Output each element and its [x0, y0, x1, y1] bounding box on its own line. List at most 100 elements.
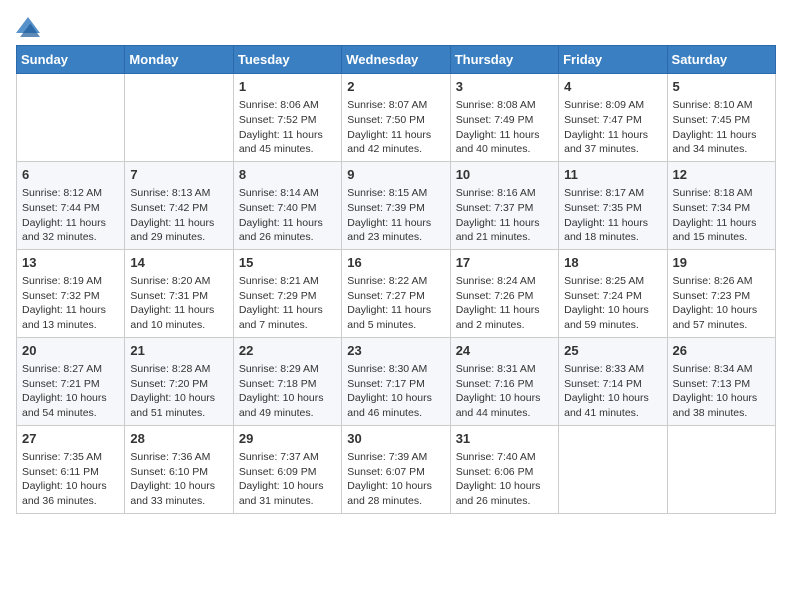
- day-number: 21: [130, 342, 227, 360]
- day-info: Sunrise: 8:10 AM Sunset: 7:45 PM Dayligh…: [673, 98, 770, 157]
- calendar-cell: 6Sunrise: 8:12 AM Sunset: 7:44 PM Daylig…: [17, 161, 125, 249]
- day-info: Sunrise: 8:12 AM Sunset: 7:44 PM Dayligh…: [22, 186, 119, 245]
- day-number: 1: [239, 78, 336, 96]
- day-info: Sunrise: 7:35 AM Sunset: 6:11 PM Dayligh…: [22, 450, 119, 509]
- day-number: 20: [22, 342, 119, 360]
- day-info: Sunrise: 7:36 AM Sunset: 6:10 PM Dayligh…: [130, 450, 227, 509]
- day-number: 13: [22, 254, 119, 272]
- day-number: 18: [564, 254, 661, 272]
- calendar-cell: 13 Sunrise: 8:19 AM Sunset: 7:32 PM Dayli…: [17, 249, 125, 337]
- day-info: Sunrise: 8:26 AM Sunset: 7:23 PM Dayligh…: [673, 274, 770, 333]
- day-number: 12: [673, 166, 770, 184]
- calendar-cell: 9 Sunrise: 8:15 AM Sunset: 7:39 PM Daylig…: [342, 161, 450, 249]
- day-header-thursday: Thursday: [450, 46, 558, 74]
- day-header-saturday: Saturday: [667, 46, 775, 74]
- calendar-cell: 29 Sunrise: 7:37 AM Sunset: 6:09 PM Dayli…: [233, 425, 341, 513]
- day-info: Sunrise: 8:15 AM Sunset: 7:39 PM Dayligh…: [347, 186, 444, 245]
- calendar-cell: 8Sunrise: 8:14 AM Sunset: 7:40 PM Daylig…: [233, 161, 341, 249]
- calendar-cell: 1 Sunrise: 8:06 AM Sunset: 7:52 PM Daylig…: [233, 74, 341, 162]
- day-info: Sunrise: 8:18 AM Sunset: 7:34 PM Dayligh…: [673, 186, 770, 245]
- week-row-3: 13 Sunrise: 8:19 AM Sunset: 7:32 PM Dayli…: [17, 249, 776, 337]
- day-number: 19: [673, 254, 770, 272]
- calendar-body: 1 Sunrise: 8:06 AM Sunset: 7:52 PM Daylig…: [17, 74, 776, 514]
- day-header-tuesday: Tuesday: [233, 46, 341, 74]
- day-number: 17: [456, 254, 553, 272]
- calendar-cell: 11Sunrise: 8:17 AM Sunset: 7:35 PM Dayli…: [559, 161, 667, 249]
- logo-icon: [16, 17, 40, 37]
- day-number: 26: [673, 342, 770, 360]
- week-row-1: 1 Sunrise: 8:06 AM Sunset: 7:52 PM Daylig…: [17, 74, 776, 162]
- day-number: 25: [564, 342, 661, 360]
- day-info: Sunrise: 8:17 AM Sunset: 7:35 PM Dayligh…: [564, 186, 661, 245]
- day-info: Sunrise: 8:31 AM Sunset: 7:16 PM Dayligh…: [456, 362, 553, 421]
- calendar-cell: [559, 425, 667, 513]
- calendar-cell: 25Sunrise: 8:33 AM Sunset: 7:14 PM Dayli…: [559, 337, 667, 425]
- day-number: 5: [673, 78, 770, 96]
- calendar-header-row: SundayMondayTuesdayWednesdayThursdayFrid…: [17, 46, 776, 74]
- calendar-cell: 7 Sunrise: 8:13 AM Sunset: 7:42 PM Daylig…: [125, 161, 233, 249]
- day-info: Sunrise: 8:20 AM Sunset: 7:31 PM Dayligh…: [130, 274, 227, 333]
- day-number: 23: [347, 342, 444, 360]
- day-info: Sunrise: 8:22 AM Sunset: 7:27 PM Dayligh…: [347, 274, 444, 333]
- day-info: Sunrise: 7:40 AM Sunset: 6:06 PM Dayligh…: [456, 450, 553, 509]
- day-info: Sunrise: 8:34 AM Sunset: 7:13 PM Dayligh…: [673, 362, 770, 421]
- day-info: Sunrise: 7:37 AM Sunset: 6:09 PM Dayligh…: [239, 450, 336, 509]
- day-info: Sunrise: 8:09 AM Sunset: 7:47 PM Dayligh…: [564, 98, 661, 157]
- calendar-cell: 20 Sunrise: 8:27 AM Sunset: 7:21 PM Dayli…: [17, 337, 125, 425]
- day-number: 7: [130, 166, 227, 184]
- day-number: 24: [456, 342, 553, 360]
- day-info: Sunrise: 8:16 AM Sunset: 7:37 PM Dayligh…: [456, 186, 553, 245]
- day-header-sunday: Sunday: [17, 46, 125, 74]
- week-row-5: 27 Sunrise: 7:35 AM Sunset: 6:11 PM Dayli…: [17, 425, 776, 513]
- day-number: 27: [22, 430, 119, 448]
- header: [16, 16, 776, 37]
- day-header-monday: Monday: [125, 46, 233, 74]
- calendar-cell: 10 Sunrise: 8:16 AM Sunset: 7:37 PM Dayli…: [450, 161, 558, 249]
- day-number: 8: [239, 166, 336, 184]
- calendar-cell: 16Sunrise: 8:22 AM Sunset: 7:27 PM Dayli…: [342, 249, 450, 337]
- calendar-cell: 23 Sunrise: 8:30 AM Sunset: 7:17 PM Dayli…: [342, 337, 450, 425]
- day-info: Sunrise: 8:06 AM Sunset: 7:52 PM Dayligh…: [239, 98, 336, 157]
- calendar-cell: 12 Sunrise: 8:18 AM Sunset: 7:34 PM Dayli…: [667, 161, 775, 249]
- day-number: 9: [347, 166, 444, 184]
- calendar-cell: 17 Sunrise: 8:24 AM Sunset: 7:26 PM Dayli…: [450, 249, 558, 337]
- day-info: Sunrise: 8:08 AM Sunset: 7:49 PM Dayligh…: [456, 98, 553, 157]
- logo: [16, 16, 44, 37]
- day-number: 22: [239, 342, 336, 360]
- calendar-cell: 19 Sunrise: 8:26 AM Sunset: 7:23 PM Dayli…: [667, 249, 775, 337]
- day-number: 3: [456, 78, 553, 96]
- day-number: 14: [130, 254, 227, 272]
- day-info: Sunrise: 8:07 AM Sunset: 7:50 PM Dayligh…: [347, 98, 444, 157]
- calendar-cell: 31 Sunrise: 7:40 AM Sunset: 6:06 PM Dayli…: [450, 425, 558, 513]
- calendar-cell: 21Sunrise: 8:28 AM Sunset: 7:20 PM Dayli…: [125, 337, 233, 425]
- day-info: Sunrise: 8:13 AM Sunset: 7:42 PM Dayligh…: [130, 186, 227, 245]
- calendar-cell: 27 Sunrise: 7:35 AM Sunset: 6:11 PM Dayli…: [17, 425, 125, 513]
- calendar-cell: 26 Sunrise: 8:34 AM Sunset: 7:13 PM Dayli…: [667, 337, 775, 425]
- calendar-cell: 24 Sunrise: 8:31 AM Sunset: 7:16 PM Dayli…: [450, 337, 558, 425]
- day-number: 10: [456, 166, 553, 184]
- day-number: 28: [130, 430, 227, 448]
- day-info: Sunrise: 8:21 AM Sunset: 7:29 PM Dayligh…: [239, 274, 336, 333]
- calendar-cell: 18 Sunrise: 8:25 AM Sunset: 7:24 PM Dayli…: [559, 249, 667, 337]
- day-info: Sunrise: 8:29 AM Sunset: 7:18 PM Dayligh…: [239, 362, 336, 421]
- calendar-cell: 30Sunrise: 7:39 AM Sunset: 6:07 PM Dayli…: [342, 425, 450, 513]
- day-info: Sunrise: 8:30 AM Sunset: 7:17 PM Dayligh…: [347, 362, 444, 421]
- calendar-cell: 22 Sunrise: 8:29 AM Sunset: 7:18 PM Dayli…: [233, 337, 341, 425]
- week-row-2: 6Sunrise: 8:12 AM Sunset: 7:44 PM Daylig…: [17, 161, 776, 249]
- day-number: 30: [347, 430, 444, 448]
- day-info: Sunrise: 8:25 AM Sunset: 7:24 PM Dayligh…: [564, 274, 661, 333]
- day-info: Sunrise: 8:19 AM Sunset: 7:32 PM Dayligh…: [22, 274, 119, 333]
- calendar: SundayMondayTuesdayWednesdayThursdayFrid…: [16, 45, 776, 514]
- day-info: Sunrise: 8:27 AM Sunset: 7:21 PM Dayligh…: [22, 362, 119, 421]
- day-number: 29: [239, 430, 336, 448]
- calendar-cell: 14 Sunrise: 8:20 AM Sunset: 7:31 PM Dayli…: [125, 249, 233, 337]
- calendar-cell: 28 Sunrise: 7:36 AM Sunset: 6:10 PM Dayli…: [125, 425, 233, 513]
- calendar-cell: 2 Sunrise: 8:07 AM Sunset: 7:50 PM Daylig…: [342, 74, 450, 162]
- day-header-friday: Friday: [559, 46, 667, 74]
- day-info: Sunrise: 8:24 AM Sunset: 7:26 PM Dayligh…: [456, 274, 553, 333]
- calendar-cell: [125, 74, 233, 162]
- day-number: 31: [456, 430, 553, 448]
- day-number: 4: [564, 78, 661, 96]
- day-number: 2: [347, 78, 444, 96]
- calendar-cell: 4 Sunrise: 8:09 AM Sunset: 7:47 PM Daylig…: [559, 74, 667, 162]
